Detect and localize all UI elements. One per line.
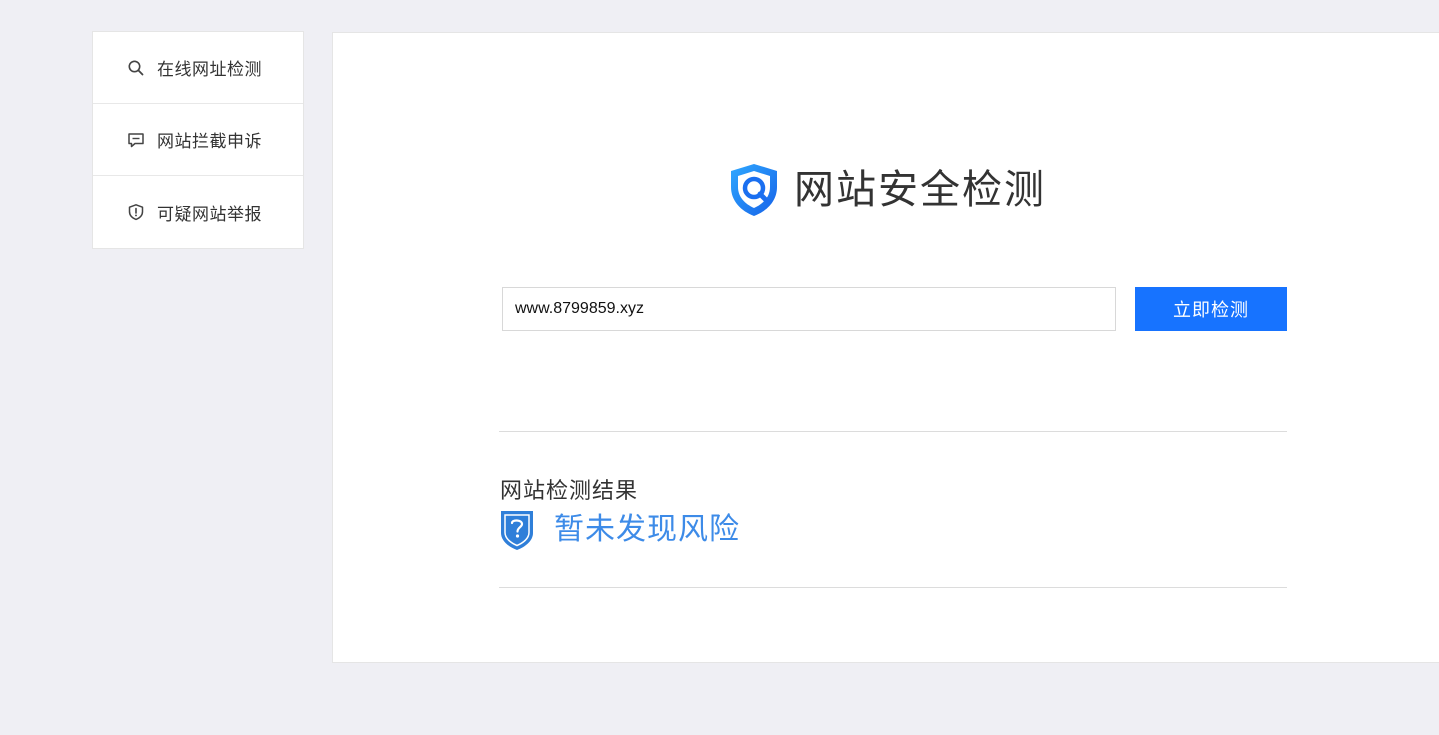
hero-header: 网站安全检测 [726, 161, 1046, 219]
shield-search-logo-icon [726, 161, 782, 219]
chat-icon [127, 131, 145, 149]
page-title: 网站安全检测 [794, 167, 1046, 213]
shield-alert-icon [127, 203, 145, 221]
sidebar: 在线网址检测 网站拦截申诉 可疑网站举报 [92, 31, 304, 249]
main-panel: 网站安全检测 立即检测 网站检测结果 暂未发现风险 [332, 32, 1439, 663]
sidebar-item-label: 在线网址检测 [157, 60, 262, 80]
result-status-row: 暂未发现风险 [499, 509, 740, 551]
divider [499, 587, 1287, 588]
sidebar-item-report[interactable]: 可疑网站举报 [93, 176, 303, 248]
url-input[interactable] [502, 287, 1116, 331]
sidebar-item-appeal[interactable]: 网站拦截申诉 [93, 104, 303, 176]
search-icon [127, 59, 145, 77]
divider [499, 431, 1287, 432]
result-heading: 网站检测结果 [500, 479, 639, 504]
sidebar-item-url-check[interactable]: 在线网址检测 [93, 32, 303, 104]
result-status-text: 暂未发现风险 [554, 512, 740, 547]
shield-question-icon [499, 509, 535, 551]
sidebar-item-label: 可疑网站举报 [157, 204, 262, 225]
sidebar-item-label: 网站拦截申诉 [157, 132, 262, 152]
check-now-button[interactable]: 立即检测 [1135, 287, 1287, 331]
